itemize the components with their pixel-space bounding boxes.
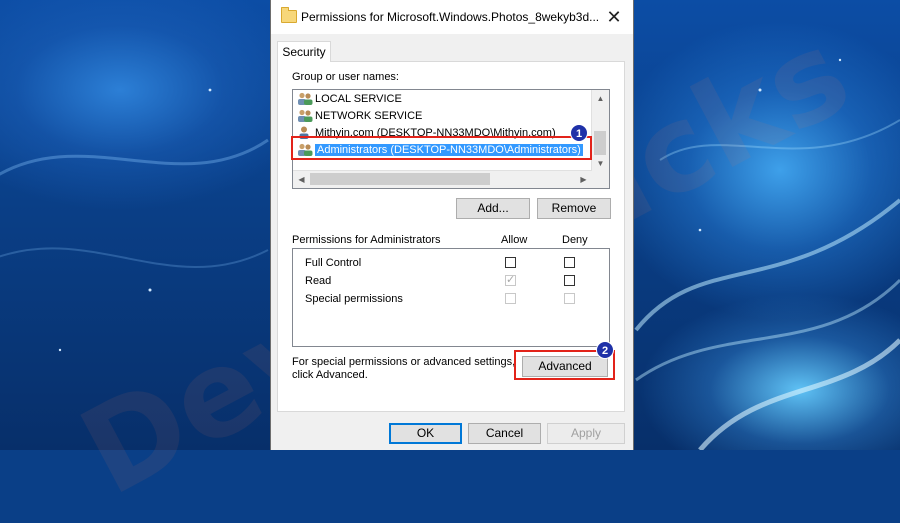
- advanced-hint-line1: For special permissions or advanced sett…: [292, 356, 516, 368]
- highlight-box-administrators: [291, 136, 592, 160]
- users-group-icon: [298, 92, 313, 105]
- scroll-down-icon[interactable]: ▼: [592, 155, 609, 172]
- permission-name-read: Read: [305, 275, 332, 287]
- vertical-scroll-thumb[interactable]: [594, 131, 606, 155]
- title-bar[interactable]: Permissions for Microsoft.Windows.Photos…: [271, 0, 633, 34]
- add-button[interactable]: Add...: [456, 198, 530, 219]
- permissions-list: Full Control Read Special permissions: [292, 248, 610, 347]
- list-item-label: NETWORK SERVICE: [315, 110, 423, 122]
- window-title: Permissions for Microsoft.Windows.Photos…: [301, 10, 600, 24]
- close-icon[interactable]: ✕: [603, 6, 625, 28]
- cancel-button[interactable]: Cancel: [468, 423, 541, 444]
- deny-column-header: Deny: [562, 234, 588, 246]
- horizontal-scrollbar[interactable]: ◀ ▶: [293, 170, 592, 188]
- permission-name-special: Special permissions: [305, 293, 403, 305]
- scroll-corner: [592, 171, 609, 188]
- step-badge-2: 2: [596, 341, 614, 359]
- group-or-user-names-label: Group or user names:: [292, 71, 399, 83]
- read-deny-checkbox[interactable]: [564, 275, 575, 286]
- list-item-label: LOCAL SERVICE: [315, 93, 402, 105]
- permissions-for-label: Permissions for Administrators: [292, 234, 441, 246]
- advanced-hint-line2: click Advanced.: [292, 369, 368, 381]
- permission-name-full-control: Full Control: [305, 257, 362, 269]
- step-badge-1: 1: [570, 124, 588, 142]
- special-deny-checkbox: [564, 293, 575, 304]
- allow-column-header: Allow: [501, 234, 528, 246]
- special-allow-checkbox: [505, 293, 516, 304]
- vertical-scrollbar[interactable]: ▲ ▼: [591, 90, 609, 172]
- full-control-allow-checkbox[interactable]: [505, 257, 516, 268]
- read-allow-checkbox: [505, 273, 516, 286]
- list-item[interactable]: LOCAL SERVICE: [297, 91, 402, 108]
- list-item[interactable]: NETWORK SERVICE: [297, 108, 422, 125]
- scroll-left-icon[interactable]: ◀: [293, 171, 310, 188]
- tab-security[interactable]: Security: [277, 41, 331, 62]
- horizontal-scroll-thumb[interactable]: [310, 173, 490, 185]
- scroll-right-icon[interactable]: ▶: [575, 171, 592, 188]
- ok-button[interactable]: OK: [389, 423, 462, 444]
- users-group-icon: [298, 109, 313, 122]
- permissions-dialog: Permissions for Microsoft.Windows.Photos…: [270, 0, 634, 450]
- scroll-up-icon[interactable]: ▲: [592, 90, 609, 107]
- full-control-deny-checkbox[interactable]: [564, 257, 575, 268]
- remove-button[interactable]: Remove: [537, 198, 611, 219]
- folder-icon: [281, 7, 297, 23]
- apply-button[interactable]: Apply: [547, 423, 625, 444]
